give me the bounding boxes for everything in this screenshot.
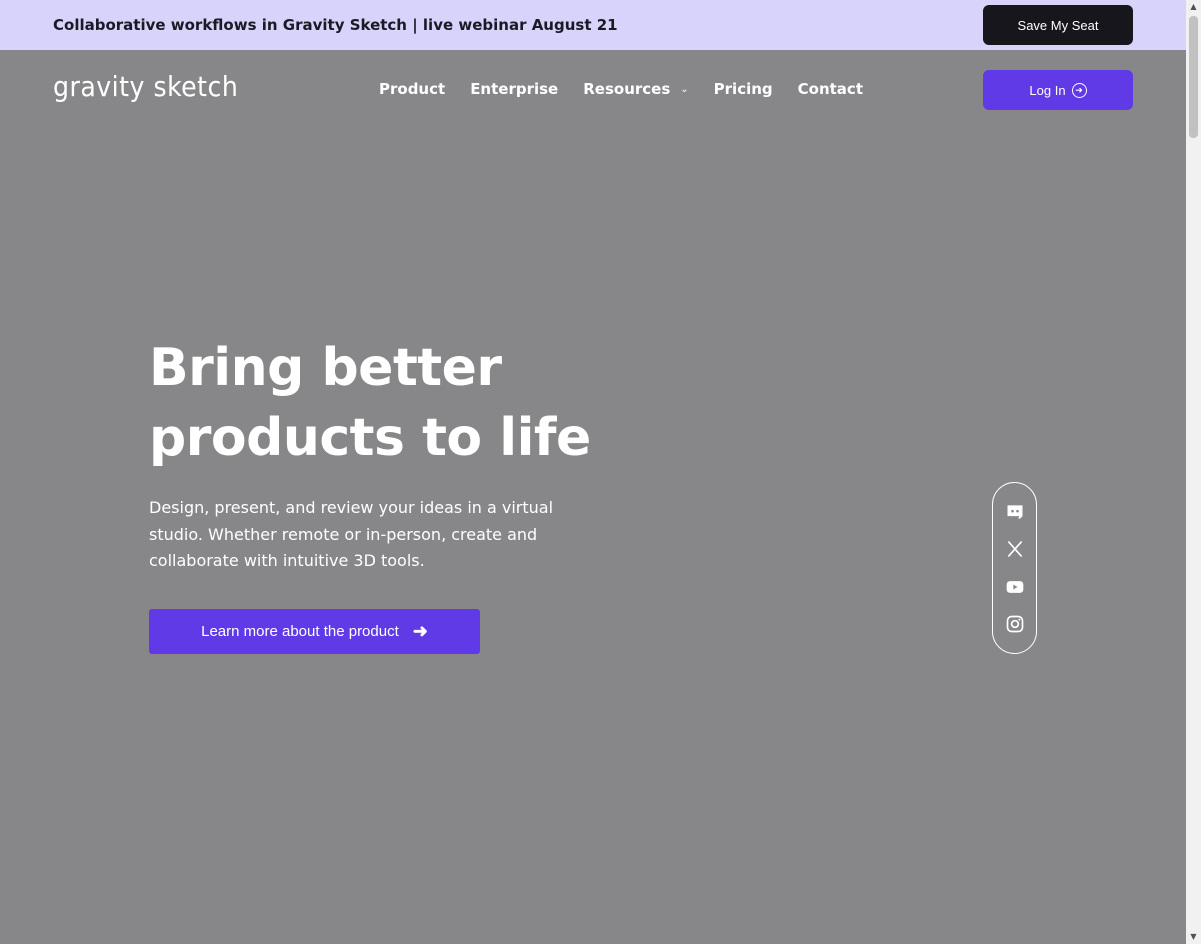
chevron-down-icon: ⌄ — [680, 83, 689, 95]
learn-more-button[interactable]: Learn more about the product ➜ — [149, 609, 480, 654]
social-links — [992, 482, 1037, 654]
nav-enterprise-label: Enterprise — [470, 80, 559, 98]
nav-contact-label: Contact — [797, 80, 863, 98]
scroll-thumb[interactable] — [1189, 16, 1198, 138]
nav-enterprise[interactable]: Enterprise — [470, 80, 558, 98]
instagram-icon[interactable] — [1004, 613, 1026, 635]
main-nav: gravity sketch Product Enterprise Resour… — [0, 50, 1186, 130]
page-scrollbar[interactable]: ▲ ▼ — [1186, 0, 1201, 944]
nav-pricing[interactable]: Pricing — [714, 80, 773, 98]
nav-contact[interactable]: Contact — [798, 80, 863, 98]
arrow-circle-right-icon: ➜ — [1071, 82, 1087, 98]
nav-pricing-label: Pricing — [713, 80, 773, 98]
nav-product-label: Product — [379, 80, 446, 98]
scroll-down-icon[interactable]: ▼ — [1189, 932, 1198, 942]
arrow-right-icon: ➜ — [412, 621, 428, 641]
hero-title: Bring better products to life — [149, 333, 669, 473]
save-my-seat-button[interactable]: Save My Seat — [983, 5, 1133, 45]
x-icon[interactable] — [1004, 538, 1026, 560]
youtube-icon[interactable] — [1004, 576, 1026, 598]
nav-resources-label: Resources — [583, 80, 671, 98]
login-label: Log In — [1029, 82, 1066, 98]
learn-more-label: Learn more about the product — [201, 623, 399, 640]
announcement-bar: Collaborative workflows in Gravity Sketc… — [0, 0, 1186, 50]
nav-resources[interactable]: Resources ⌄ — [583, 80, 688, 98]
hero-title-line2: products to life — [149, 408, 591, 468]
nav-links: Product Enterprise Resources ⌄ Pricing Co… — [379, 80, 888, 98]
announcement-text: Collaborative workflows in Gravity Sketc… — [53, 16, 618, 34]
hero-title-line1: Bring better — [149, 338, 502, 398]
login-button[interactable]: Log In ➜ — [983, 70, 1133, 110]
logo[interactable]: gravity sketch — [53, 70, 238, 103]
hero-section: Bring better products to life Design, pr… — [149, 333, 669, 575]
hero-subtitle: Design, present, and review your ideas i… — [149, 498, 554, 570]
nav-product[interactable]: Product — [379, 80, 445, 98]
scroll-up-icon[interactable]: ▲ — [1189, 2, 1198, 12]
discord-icon[interactable] — [1004, 501, 1026, 523]
